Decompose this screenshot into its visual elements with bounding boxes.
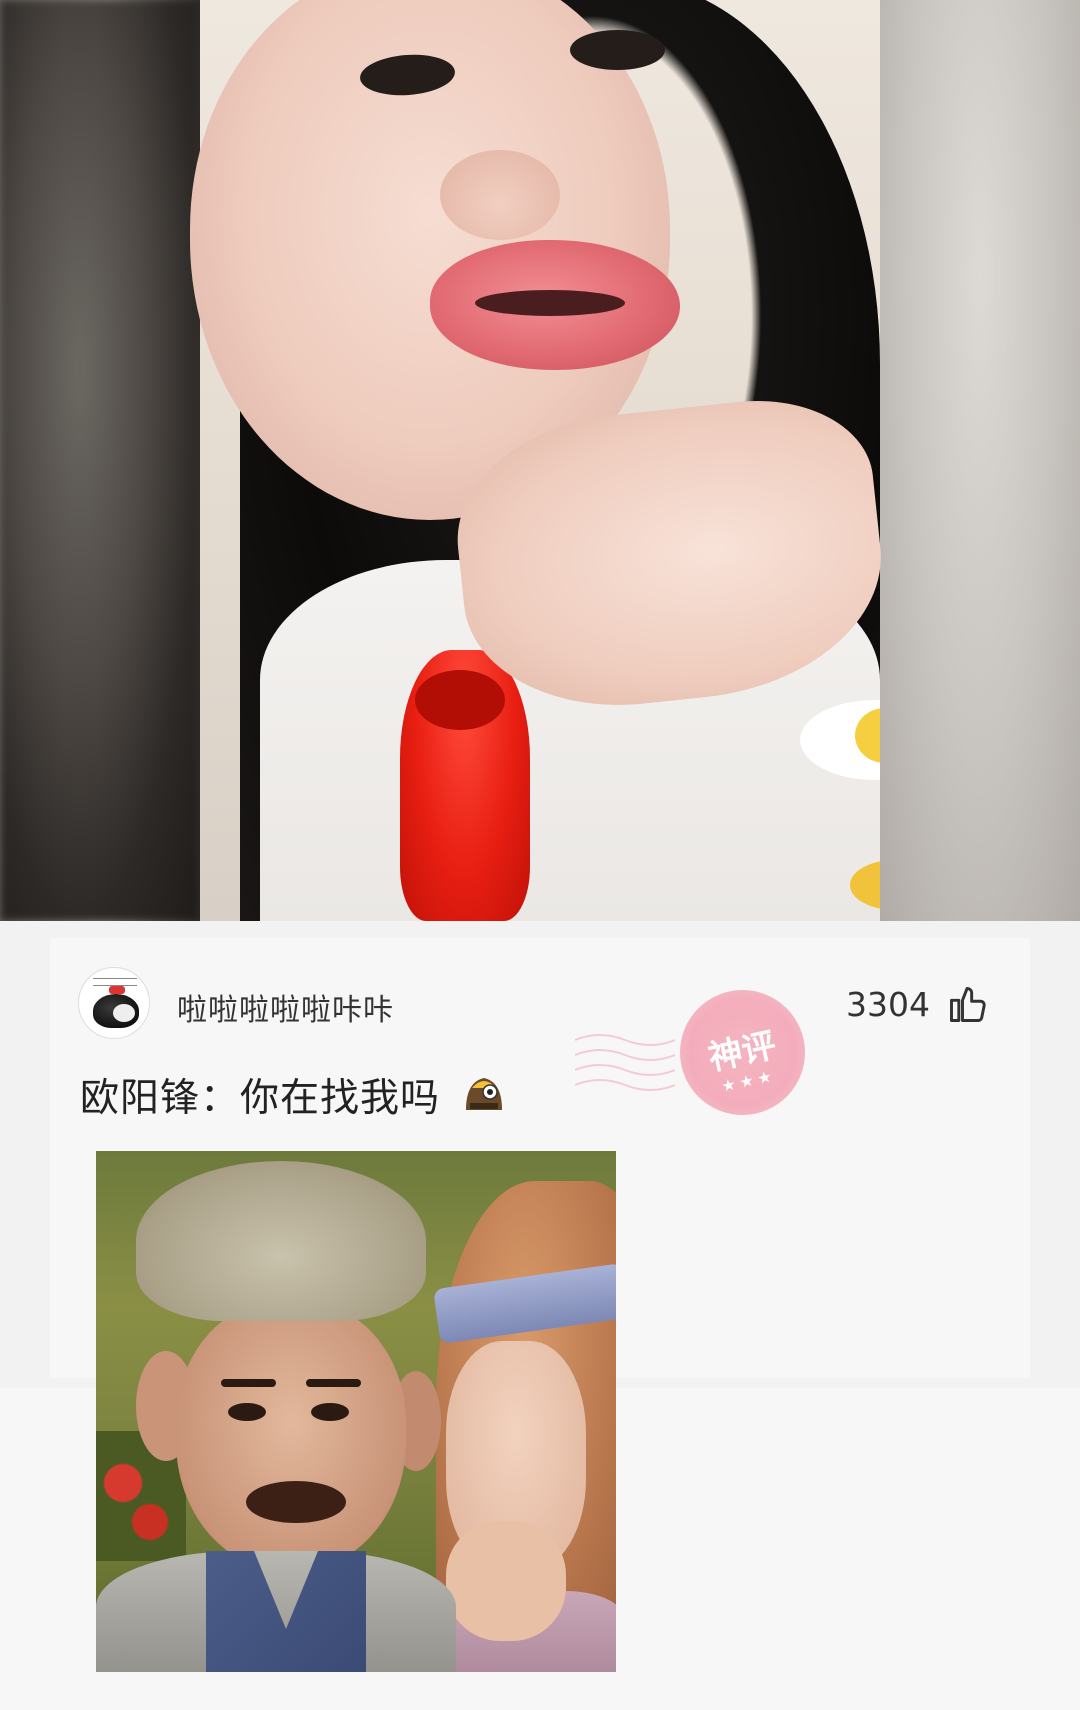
- like-count: 3304: [846, 985, 930, 1024]
- video-frame[interactable]: [0, 0, 1080, 921]
- comment-attached-image[interactable]: [96, 1151, 616, 1672]
- kid-face-emoji-icon: [466, 1078, 502, 1110]
- video-blur-right: [880, 0, 1080, 921]
- user-avatar[interactable]: [78, 967, 150, 1039]
- video-blur-left: [0, 0, 200, 921]
- comment-username[interactable]: 啦啦啦啦啦咔咔: [177, 985, 394, 1029]
- comment-text: 欧阳锋：你在找我吗: [80, 1076, 441, 1121]
- cat-avatar-icon: [93, 994, 139, 1028]
- thumbs-up-icon[interactable]: [946, 982, 990, 1026]
- stamp-wave-lines: [575, 1034, 675, 1091]
